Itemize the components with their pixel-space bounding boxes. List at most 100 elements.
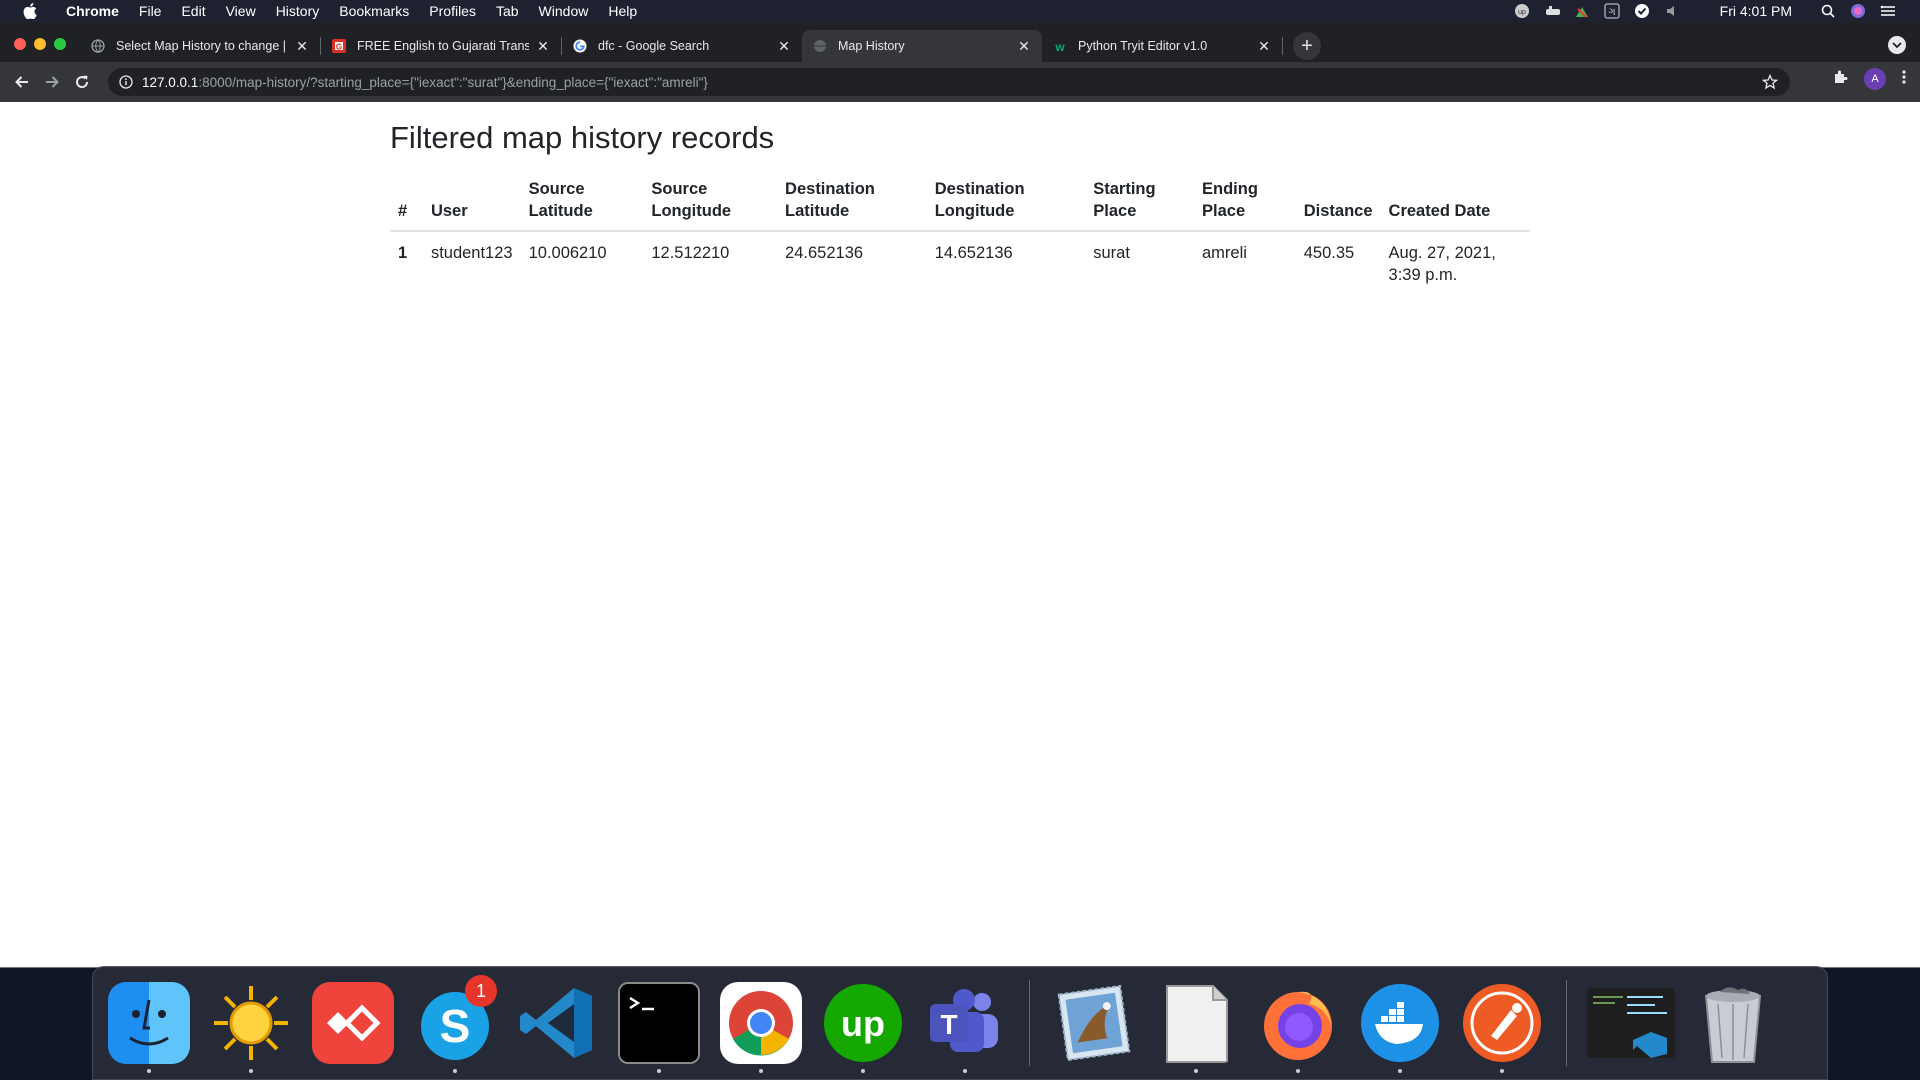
svg-text:G: G: [336, 43, 342, 52]
close-icon[interactable]: ✕: [1016, 38, 1032, 54]
bookmark-star-icon[interactable]: [1761, 73, 1779, 90]
menu-app-name[interactable]: Chrome: [56, 3, 129, 19]
column-header: Destination Longitude: [926, 174, 1086, 232]
back-button[interactable]: [8, 68, 36, 96]
close-icon[interactable]: ✕: [535, 38, 551, 54]
menu-profiles[interactable]: Profiles: [419, 3, 486, 19]
address-bar[interactable]: 127.0.0.1:8000/map-history/?starting_pla…: [108, 68, 1790, 96]
column-header: Created Date: [1380, 174, 1530, 232]
tab-title: Select Map History to change | Django si…: [116, 39, 288, 53]
column-header: Ending Place: [1194, 174, 1296, 232]
dock-skype[interactable]: 1 S: [409, 973, 501, 1073]
menu-file[interactable]: File: [129, 3, 172, 19]
menu-clock[interactable]: Fri 4:01 PM: [1720, 3, 1792, 19]
docker-status-icon[interactable]: [1544, 3, 1560, 19]
profile-avatar[interactable]: A: [1864, 68, 1886, 90]
url-path: :8000/map-history/?starting_place={"iexa…: [198, 74, 708, 90]
page-content: Filtered map history records # User Sour…: [390, 120, 1530, 296]
mail-icon: [1053, 982, 1135, 1064]
tab-gujarati-translation[interactable]: G FREE English to Gujarati Translation ✕: [321, 30, 561, 62]
tab-django-admin[interactable]: Select Map History to change | Django si…: [80, 30, 320, 62]
upwork-status-icon[interactable]: up: [1514, 3, 1530, 19]
menu-tab[interactable]: Tab: [486, 3, 529, 19]
dock-trash[interactable]: [1687, 973, 1779, 1073]
apple-icon[interactable]: [20, 3, 40, 19]
control-center-icon[interactable]: [1880, 3, 1896, 19]
spotlight-search-icon[interactable]: [1820, 3, 1836, 19]
dock-vscode-window[interactable]: [1585, 973, 1677, 1073]
column-header: Distance: [1295, 174, 1381, 232]
dock-anydesk[interactable]: [307, 973, 399, 1073]
zoom-window-button[interactable]: [54, 38, 66, 50]
tab-title: FREE English to Gujarati Translation: [357, 39, 529, 53]
tab-google-search[interactable]: dfc - Google Search ✕: [562, 30, 802, 62]
cell-distance: 450.35: [1303, 244, 1355, 262]
running-indicator: [1194, 1069, 1198, 1073]
sun-app-icon: [210, 982, 292, 1064]
network-status-icon[interactable]: [1574, 3, 1590, 19]
minimize-window-button[interactable]: [34, 38, 46, 50]
cell-destination-longitude: 14.652136: [934, 244, 1013, 262]
cell-source-longitude: 12.512210: [651, 244, 730, 262]
chrome-icon: [720, 982, 802, 1064]
menu-bar: Chrome File Edit View History Bookmarks …: [0, 0, 1920, 22]
table-header-row: # User Source Latitude Source Longitude …: [390, 174, 1530, 232]
dock-document[interactable]: [1150, 973, 1242, 1073]
dock-postman[interactable]: [1456, 973, 1548, 1073]
dock-upwork[interactable]: up: [817, 973, 909, 1073]
upwork-icon: up: [822, 982, 904, 1064]
dock-terminal[interactable]: [613, 973, 705, 1073]
check-status-icon[interactable]: [1634, 3, 1650, 19]
table-row: 1 student123 10.006210 12.512210 24.6521…: [390, 231, 1530, 296]
chrome-menu-icon[interactable]: [1902, 69, 1906, 90]
dock-divider: [1029, 980, 1030, 1066]
tab-search-icon[interactable]: [1888, 36, 1906, 54]
page-title: Filtered map history records: [390, 120, 775, 155]
postman-icon: [1461, 982, 1543, 1064]
column-header: Destination Latitude: [777, 174, 927, 232]
anydesk-icon: [312, 982, 394, 1064]
dock-chrome[interactable]: [715, 973, 807, 1073]
menu-edit[interactable]: Edit: [171, 3, 215, 19]
menu-help[interactable]: Help: [598, 3, 647, 19]
dock-vscode[interactable]: [511, 973, 603, 1073]
gujarati-input-icon[interactable]: ગ: [1604, 3, 1620, 19]
cell-source-latitude: 10.006210: [528, 244, 607, 262]
menu-window[interactable]: Window: [529, 3, 599, 19]
dock-sun-app[interactable]: [205, 973, 297, 1073]
forward-button[interactable]: [38, 68, 66, 96]
running-indicator: [759, 1069, 763, 1073]
column-header: Source Longitude: [643, 174, 778, 232]
svg-text:up: up: [841, 1003, 885, 1044]
menu-view[interactable]: View: [216, 3, 266, 19]
dock-finder[interactable]: [103, 973, 195, 1073]
menu-history[interactable]: History: [266, 3, 330, 19]
menu-bookmarks[interactable]: Bookmarks: [329, 3, 419, 19]
tab-python-tryit[interactable]: w Python Tryit Editor v1.0 ✕: [1042, 30, 1282, 62]
dock-firefox[interactable]: [1252, 973, 1344, 1073]
cell-index: 1: [398, 244, 408, 262]
tab-title: dfc - Google Search: [598, 39, 710, 53]
close-window-button[interactable]: [14, 38, 26, 50]
dock-mail[interactable]: [1048, 973, 1140, 1073]
google-icon: [572, 38, 588, 54]
new-tab-button[interactable]: +: [1293, 32, 1321, 60]
column-header: Source Latitude: [520, 174, 644, 232]
dock-docker[interactable]: [1354, 973, 1446, 1073]
close-icon[interactable]: ✕: [1256, 38, 1272, 54]
reload-button[interactable]: [68, 68, 96, 96]
site-info-icon[interactable]: [118, 74, 134, 90]
dock-teams[interactable]: T: [919, 973, 1011, 1073]
tab-map-history[interactable]: Map History ✕: [802, 30, 1042, 62]
docker-icon: [1359, 982, 1441, 1064]
close-icon[interactable]: ✕: [776, 38, 792, 54]
trash-icon: [1692, 982, 1774, 1064]
w3schools-icon: w: [1052, 38, 1068, 54]
close-icon[interactable]: ✕: [294, 38, 310, 54]
volume-icon[interactable]: [1664, 3, 1680, 19]
dock: 1 S up T: [92, 966, 1828, 1080]
terminal-icon: [618, 982, 700, 1064]
siri-icon[interactable]: [1850, 3, 1866, 19]
finder-icon: [108, 982, 190, 1064]
extensions-icon[interactable]: [1832, 69, 1848, 90]
